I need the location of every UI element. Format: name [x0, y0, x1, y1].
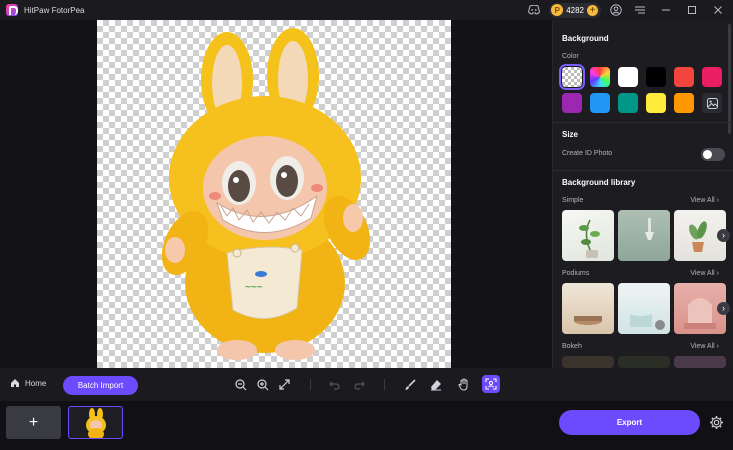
svg-text:~~~: ~~~ — [245, 282, 263, 293]
maximize-icon[interactable] — [685, 3, 699, 17]
export-button[interactable]: Export — [559, 410, 700, 435]
settings-gear-icon[interactable] — [709, 415, 724, 430]
add-credits-icon[interactable]: + — [587, 4, 598, 16]
hand-pan-icon[interactable] — [456, 377, 471, 392]
background-thumb-bokeh-3[interactable] — [674, 356, 726, 368]
ai-select-icon[interactable] — [482, 375, 500, 393]
add-image-button[interactable]: + — [6, 406, 61, 439]
color-swatch-yellow[interactable] — [646, 93, 666, 113]
category-simple-label: Simple — [562, 197, 584, 204]
fit-screen-icon[interactable] — [277, 377, 292, 392]
eraser-icon[interactable] — [428, 377, 443, 392]
home-button[interactable]: Home — [10, 378, 46, 388]
home-icon — [11, 379, 19, 387]
toy-thumbnail-image — [86, 408, 106, 438]
cutout-toy-image: ~~~ — [161, 28, 371, 360]
upload-image-icon[interactable] — [702, 93, 722, 113]
title-bar: HitPaw FotorPea P 4282 + — [0, 0, 733, 20]
discord-icon[interactable] — [527, 3, 541, 17]
color-swatch-purple[interactable] — [562, 93, 582, 113]
account-icon[interactable] — [609, 3, 623, 17]
credits-count: 4282 — [566, 5, 584, 15]
close-icon[interactable] — [711, 3, 725, 17]
view-all-simple-link[interactable]: View All › — [690, 197, 719, 204]
color-swatch-red[interactable] — [674, 67, 694, 87]
color-swatch-white[interactable] — [618, 67, 638, 87]
background-section-title: Background — [562, 34, 609, 43]
view-all-podiums-link[interactable]: View All › — [690, 270, 719, 277]
file-thumbnail[interactable] — [68, 406, 123, 439]
background-thumb-sage-wall[interactable] — [618, 210, 670, 261]
chevron-right-icon[interactable]: › — [717, 229, 730, 242]
zoom-in-icon[interactable] — [255, 377, 270, 392]
undo-icon[interactable] — [327, 377, 342, 392]
redo-icon[interactable] — [352, 377, 367, 392]
color-swatch-pink[interactable] — [702, 67, 722, 87]
background-thumb-podium-mint[interactable] — [618, 283, 670, 334]
file-strip: + Export — [0, 401, 733, 450]
library-section-title: Background library — [562, 178, 636, 187]
zoom-out-icon[interactable] — [233, 377, 248, 392]
credits-badge[interactable]: P 4282 + — [549, 2, 601, 18]
app-logo-icon — [6, 4, 18, 16]
menu-icon[interactable] — [633, 3, 647, 17]
background-thumb-bokeh-2[interactable] — [618, 356, 670, 368]
toolbar-divider — [384, 379, 385, 390]
color-label: Color — [562, 53, 579, 60]
color-swatch-orange[interactable] — [674, 93, 694, 113]
minimize-icon[interactable] — [659, 3, 673, 17]
divider — [553, 122, 733, 123]
category-bokeh-label: Bokeh — [562, 343, 582, 350]
color-swatch-teal[interactable] — [618, 93, 638, 113]
brush-icon[interactable] — [402, 377, 417, 392]
view-all-bokeh-link[interactable]: View All › — [690, 343, 719, 350]
background-thumb-bokeh-1[interactable] — [562, 356, 614, 368]
color-swatch-black[interactable] — [646, 67, 666, 87]
divider — [553, 170, 733, 171]
app-title: HitPaw FotorPea — [24, 5, 85, 15]
transparent-canvas[interactable]: ~~~ — [97, 20, 451, 368]
coin-icon: P — [551, 4, 564, 16]
id-photo-label: Create ID Photo — [562, 150, 613, 157]
bottom-toolbar: Home Batch Import — [0, 368, 733, 401]
color-swatch-blue[interactable] — [590, 93, 610, 113]
batch-import-button[interactable]: Batch Import — [63, 376, 138, 395]
toolbar-divider — [310, 379, 311, 390]
panel-scrollbar[interactable] — [728, 24, 731, 134]
color-swatch-transparent[interactable] — [559, 64, 585, 90]
chevron-right-icon[interactable]: › — [717, 302, 730, 315]
size-section-title: Size — [562, 130, 579, 139]
id-photo-toggle[interactable] — [701, 148, 725, 161]
background-thumb-podium-beige[interactable] — [562, 283, 614, 334]
color-swatch-picker[interactable] — [590, 67, 610, 87]
background-thumb-plant-white[interactable] — [562, 210, 614, 261]
title-bar-controls: P 4282 + — [527, 0, 733, 20]
background-panel: Background Color Size Create ID Photo Ba… — [552, 20, 733, 368]
canvas-area[interactable]: ~~~ — [0, 20, 552, 368]
category-podiums-label: Podiums — [562, 270, 590, 277]
